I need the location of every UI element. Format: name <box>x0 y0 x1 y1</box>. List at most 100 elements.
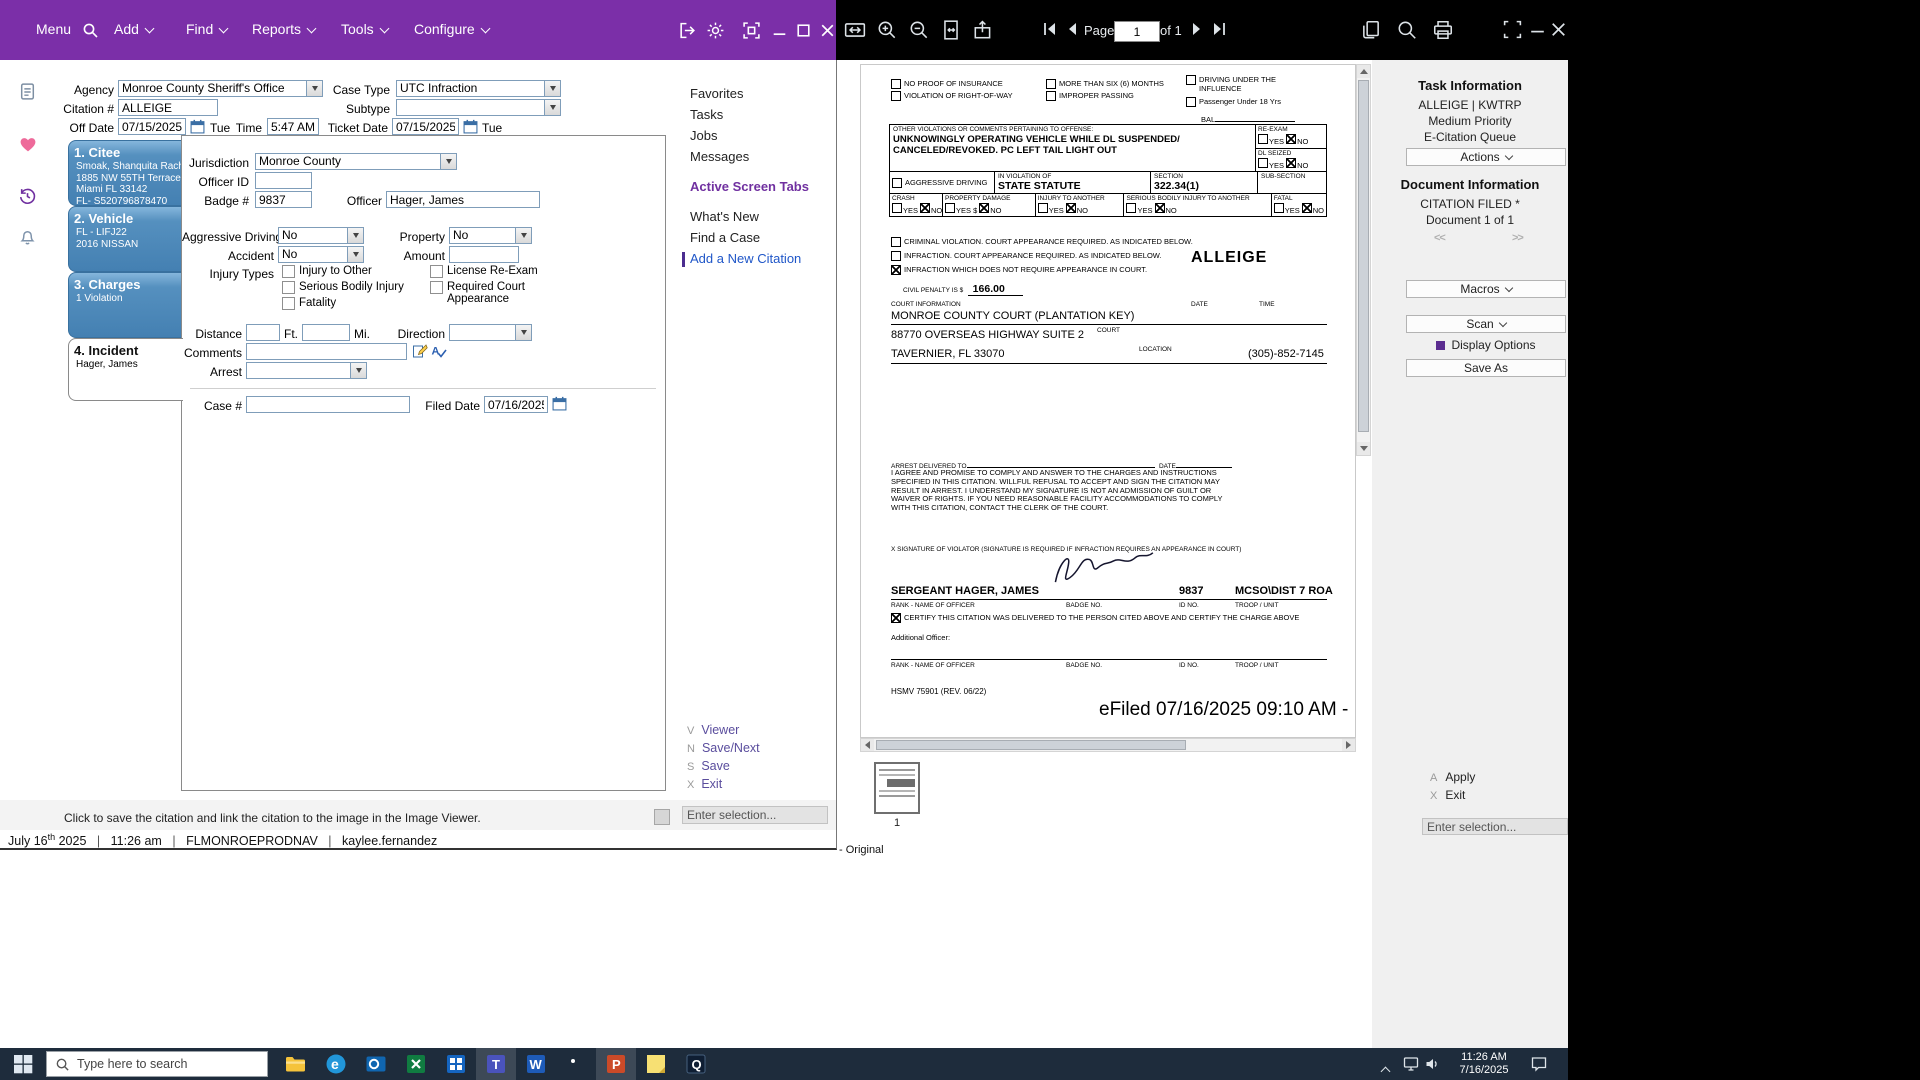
accident-select[interactable]: No <box>278 246 364 263</box>
exit-shortcut[interactable]: XExit <box>1430 786 1465 804</box>
shortcut-save-next[interactable]: NSave/Next <box>687 739 760 757</box>
menu-item-tools[interactable]: Tools <box>341 21 388 37</box>
jurisdiction-select[interactable]: Monroe County <box>255 153 457 170</box>
edit-note-icon[interactable] <box>412 343 428 359</box>
next-doc-button[interactable]: >> <box>1512 232 1523 244</box>
agency-select[interactable]: Monroe County Sheriff's Office <box>118 80 323 97</box>
tab-incident[interactable]: 4. Incident Hager, James <box>68 338 183 401</box>
apply-shortcut[interactable]: AApply <box>1430 768 1475 786</box>
case-number-input[interactable] <box>246 396 410 413</box>
off-date-input[interactable] <box>118 118 186 135</box>
pages-icon[interactable] <box>1360 19 1382 41</box>
first-page-icon[interactable] <box>1040 19 1062 41</box>
sticky-notes-icon[interactable] <box>644 1052 668 1076</box>
word-icon[interactable]: W <box>524 1052 548 1076</box>
property-select[interactable]: No <box>449 227 532 244</box>
selection-input[interactable] <box>682 806 828 824</box>
menu-item-find[interactable]: Find <box>186 21 227 37</box>
dropdown-arrow-icon[interactable] <box>544 100 560 115</box>
spellcheck-icon[interactable]: A <box>431 343 447 359</box>
v-scrollbar-thumb[interactable] <box>1358 80 1369 432</box>
calendar-icon[interactable] <box>190 119 205 134</box>
prev-page-icon[interactable] <box>1063 19 1085 41</box>
checkbox-serious-bodily-injury[interactable]: Serious Bodily Injury <box>282 281 404 294</box>
minimize-icon[interactable] <box>770 21 789 40</box>
fit-page-icon[interactable] <box>940 19 962 41</box>
search-icon[interactable] <box>82 22 99 39</box>
dropdown-arrow-icon[interactable] <box>347 247 363 262</box>
export-icon[interactable] <box>972 19 994 41</box>
gear-icon[interactable] <box>706 21 725 40</box>
outlook-icon[interactable] <box>364 1052 388 1076</box>
zoom-in-icon[interactable] <box>876 19 898 41</box>
menu-item-reports[interactable]: Reports <box>252 21 315 37</box>
sidebar-item-messages[interactable]: Messages <box>690 149 749 164</box>
h-scrollbar[interactable] <box>860 738 1356 752</box>
checkbox-injury-to-other[interactable]: Injury to Other <box>282 265 372 278</box>
fit-width-icon[interactable] <box>844 19 866 41</box>
fullscreen-icon[interactable] <box>1502 19 1524 41</box>
filed-date-input[interactable] <box>484 396 548 413</box>
scroll-right-icon[interactable] <box>1342 739 1355 751</box>
teams-icon[interactable]: T <box>484 1052 508 1076</box>
taskbar-search[interactable]: Type here to search <box>46 1051 268 1077</box>
history-icon[interactable] <box>18 187 37 206</box>
dropdown-arrow-icon[interactable] <box>440 154 456 169</box>
powerpoint-icon[interactable]: P <box>604 1052 628 1076</box>
tab-charges[interactable]: 3. Charges 1 Violation <box>68 272 181 338</box>
dropdown-arrow-icon[interactable] <box>515 228 531 243</box>
bell-icon[interactable] <box>18 227 37 246</box>
citation-number-input[interactable] <box>118 99 218 116</box>
tray-display-icon[interactable] <box>1402 1055 1420 1073</box>
panel-selection-input[interactable] <box>1422 818 1568 835</box>
distance-input[interactable] <box>246 324 280 341</box>
dropdown-arrow-icon[interactable] <box>544 81 560 96</box>
checkbox-icon[interactable] <box>430 281 443 294</box>
h-scrollbar-thumb[interactable] <box>876 740 1186 750</box>
close-icon[interactable] <box>1548 19 1570 41</box>
case-type-select[interactable]: UTC Infraction <box>396 80 561 97</box>
sidebar-item-favorites[interactable]: Favorites <box>690 86 743 101</box>
page-input[interactable] <box>1114 21 1160 42</box>
sidebar-item-whats-new[interactable]: What's New <box>690 209 759 224</box>
save-as-button[interactable]: Save As <box>1406 359 1566 377</box>
page-thumbnail[interactable] <box>874 762 920 814</box>
tab-citee[interactable]: 1. Citee Smoak, Shanquita Rach 1885 NW 5… <box>68 140 181 206</box>
checkbox-icon[interactable] <box>430 265 443 278</box>
shortcut-exit[interactable]: XExit <box>687 775 722 793</box>
menu-item-add[interactable]: Add <box>114 21 153 37</box>
sidebar-item-jobs[interactable]: Jobs <box>690 128 717 143</box>
officer-input[interactable] <box>386 191 540 208</box>
zoom-out-icon[interactable] <box>908 19 930 41</box>
documents-icon[interactable] <box>18 82 37 101</box>
amount-input[interactable] <box>449 246 519 263</box>
prev-doc-button[interactable]: << <box>1434 232 1445 244</box>
ticket-date-input[interactable] <box>392 118 459 135</box>
menu-item-configure[interactable]: Configure <box>414 21 489 37</box>
fit-window-icon[interactable] <box>742 21 761 40</box>
aggressive-driving-select[interactable]: No <box>278 227 364 244</box>
time-input[interactable] <box>267 118 319 135</box>
v-scrollbar[interactable] <box>1356 64 1371 456</box>
macros-button[interactable]: Macros <box>1406 280 1566 298</box>
dropdown-arrow-icon[interactable] <box>515 325 531 340</box>
menu-item-menu[interactable]: Menu <box>36 21 71 37</box>
shortcut-viewer[interactable]: VViewer <box>687 721 739 739</box>
tray-clock[interactable]: 11:26 AM 7/16/2025 <box>1452 1051 1516 1077</box>
comments-input[interactable] <box>246 343 407 360</box>
actions-button[interactable]: Actions <box>1406 148 1566 166</box>
print-icon[interactable] <box>1432 19 1454 41</box>
checkbox-icon[interactable] <box>282 281 295 294</box>
q-app-icon[interactable]: Q <box>684 1052 708 1076</box>
officer-id-input[interactable] <box>255 172 312 189</box>
arrest-select[interactable] <box>246 362 367 379</box>
checkbox-license-re-exam[interactable]: License Re-Exam <box>430 265 538 278</box>
search-icon[interactable] <box>1396 19 1418 41</box>
checkbox-required-court-appearance[interactable]: Required Court Appearance <box>430 281 540 305</box>
next-page-icon[interactable] <box>1186 19 1208 41</box>
checkbox-icon[interactable] <box>282 265 295 278</box>
calendar-icon[interactable] <box>463 119 478 134</box>
calendar-icon[interactable] <box>552 396 567 411</box>
tab-vehicle[interactable]: 2. Vehicle FL - LIFJ22 2016 NISSAN <box>68 206 181 272</box>
heart-icon[interactable] <box>18 135 38 154</box>
